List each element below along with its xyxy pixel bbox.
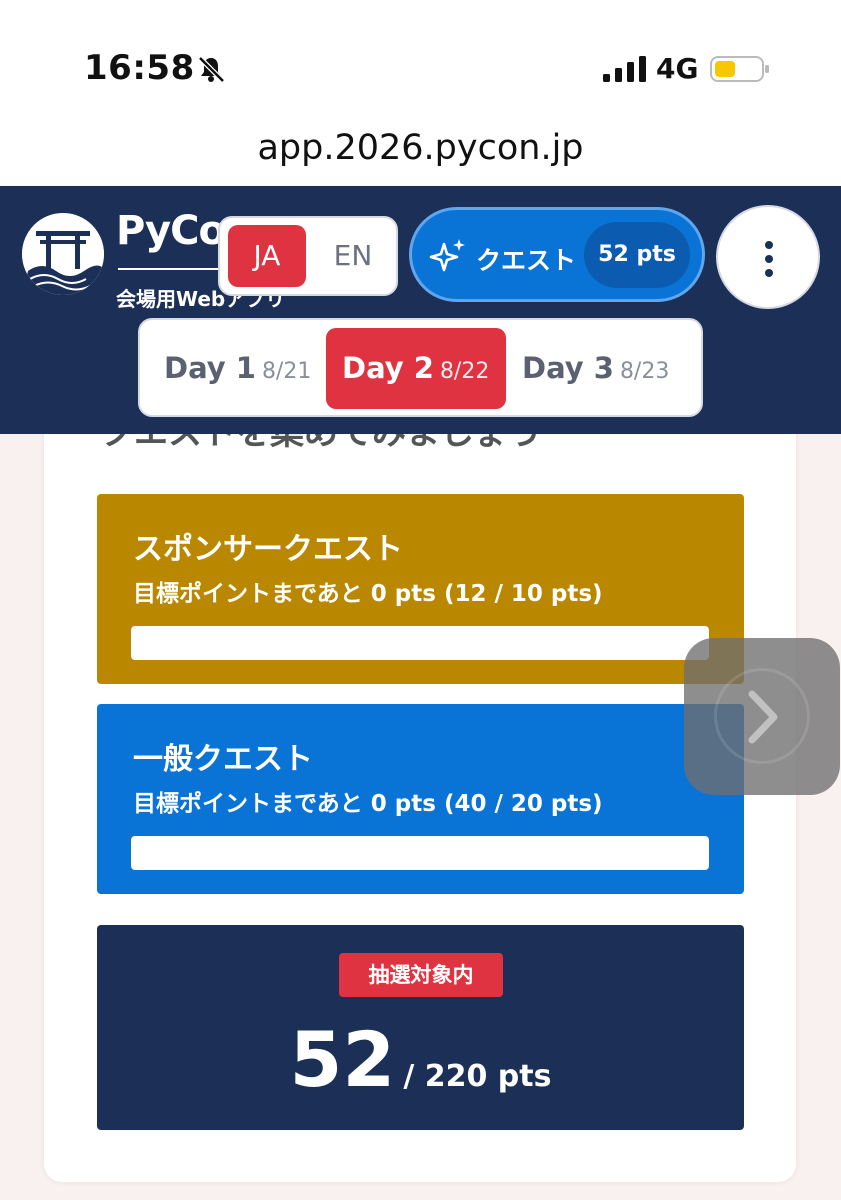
sponsor-quest-progress-text: 目標ポイントまであと 0 pts (12 / 10 pts) — [133, 581, 603, 607]
total-points-box: 抽選対象内 52/ 220 pts — [97, 925, 744, 1130]
total-points-row: 52/ 220 pts — [97, 1015, 744, 1104]
day-3-label: Day 3 — [522, 351, 614, 385]
tab-day-3[interactable]: Day 3 8/23 — [506, 328, 696, 409]
network-type: 4G — [656, 52, 699, 85]
language-switch: JA EN — [218, 216, 398, 296]
status-time: 16:58 — [84, 48, 195, 88]
brand-divider — [118, 268, 228, 270]
total-points-max: / 220 pts — [403, 1059, 552, 1094]
general-quest-box[interactable]: 一般クエスト 目標ポイントまであと 0 pts (40 / 20 pts) — [97, 704, 744, 894]
muted-bell-icon — [198, 56, 225, 83]
total-points-value: 52 — [289, 1015, 396, 1104]
tab-day-2[interactable]: Day 2 8/22 — [326, 328, 506, 409]
general-progress-bar — [131, 836, 709, 870]
lang-ja-button[interactable]: JA — [228, 225, 306, 287]
quest-points-badge: 52 pts — [584, 222, 690, 288]
sparkles-icon — [429, 239, 465, 272]
general-quest-title: 一般クエスト — [133, 742, 313, 777]
sponsor-progress-bar — [131, 626, 709, 660]
sponsor-quest-title: スポンサークエスト — [133, 532, 403, 567]
sponsor-quest-box[interactable]: スポンサークエスト 目標ポイントまであと 0 pts (12 / 10 pts) — [97, 494, 744, 684]
chevron-right-icon — [748, 690, 778, 744]
more-menu-button[interactable] — [716, 205, 820, 309]
day-3-date: 8/23 — [619, 359, 670, 384]
day-1-date: 8/21 — [261, 359, 312, 384]
page: 16:58 4G app.2026.pycon.jp クエストを集めてみましょう… — [0, 0, 841, 1200]
day-selector: Day 1 8/21 Day 2 8/22 Day 3 8/23 — [138, 318, 703, 417]
battery-icon — [710, 56, 769, 82]
cell-signal-icon — [603, 56, 646, 82]
day-1-label: Day 1 — [164, 351, 256, 385]
quest-button-label: クエスト — [476, 246, 577, 275]
general-progress-fill — [131, 836, 709, 870]
vertical-dots-icon — [765, 241, 773, 277]
browser-url-bar[interactable]: app.2026.pycon.jp — [0, 120, 841, 186]
quest-button[interactable]: クエスト 52 pts — [409, 207, 705, 302]
sponsor-progress-fill — [131, 626, 709, 660]
pycon-logo[interactable] — [22, 213, 104, 295]
status-bar: 16:58 4G — [0, 0, 841, 120]
url-text: app.2026.pycon.jp — [257, 128, 584, 168]
general-quest-progress-text: 目標ポイントまであと 0 pts (40 / 20 pts) — [133, 791, 603, 817]
day-2-date: 8/22 — [439, 359, 490, 384]
tab-day-1[interactable]: Day 1 8/21 — [148, 328, 326, 409]
torii-logo-icon — [22, 213, 104, 295]
next-page-overlay-button[interactable] — [684, 638, 840, 795]
lottery-eligible-badge: 抽選対象内 — [339, 953, 503, 997]
day-2-label: Day 2 — [342, 351, 434, 385]
lang-en-button[interactable]: EN — [316, 225, 390, 287]
